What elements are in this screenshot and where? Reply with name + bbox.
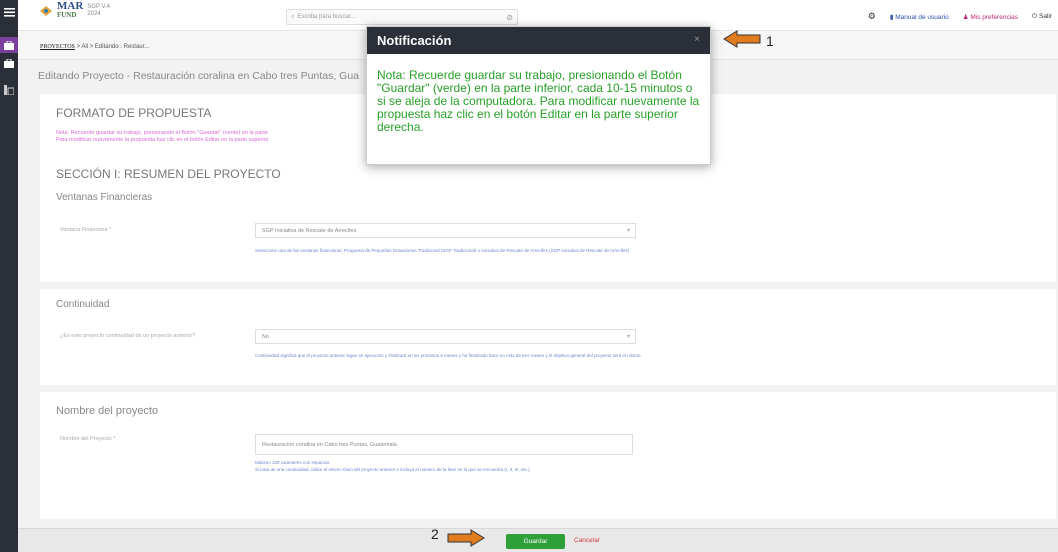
ventanas-heading: Ventanas Financieras <box>56 192 153 203</box>
search-input[interactable]: ⌕ Escriba para buscar... ⊘ <box>286 9 518 25</box>
chevron-down-icon: ▾ <box>626 228 630 234</box>
continuity-heading: Continuidad <box>56 299 110 310</box>
user-manual-link[interactable]: ▮ Manual de usuario <box>890 13 949 21</box>
user-icon: ♟ <box>962 13 969 21</box>
preferences-link[interactable]: ♟ Mis preferencias <box>963 13 1018 21</box>
logout-link[interactable]: ⏻ Salir <box>1032 13 1052 21</box>
left-arrow-icon <box>723 30 761 48</box>
continuity-card: Continuidad ¿Es este proyecto continuida… <box>40 289 1056 385</box>
form-footer: Guardar Cancelar <box>18 528 1058 552</box>
save-button[interactable]: Guardar <box>506 534 565 549</box>
modal-header: Notificación × <box>367 27 710 54</box>
close-icon[interactable]: × <box>694 34 700 45</box>
logo-fish-icon <box>40 6 52 16</box>
continuity-help: Continuidad significa que el proyecto an… <box>255 353 642 358</box>
notification-modal: Notificación × Nota: Recuerde guardar su… <box>366 26 711 165</box>
project-name-help-1: Máximo 100 caracteres con espacios. <box>255 460 331 465</box>
continuity-select[interactable]: No ▾ <box>255 329 636 344</box>
project-name-heading: Nombre del proyecto <box>56 405 159 417</box>
project-name-help-2: Si trata de una continuidad, utilice el … <box>255 467 530 472</box>
search-icon: ⌕ <box>291 13 295 20</box>
page-title: Editando Proyecto - Restauración coralin… <box>38 70 360 82</box>
briefcase-icon[interactable] <box>3 57 15 69</box>
project-name-card: Nombre del proyecto Nombre del Proyecto … <box>40 392 1056 519</box>
marfund-logo[interactable]: MAR FUND SGP V.4 2024 <box>39 0 110 20</box>
header-actions: ⚙ ▮ Manual de usuario ♟ Mis preferencias… <box>868 11 1052 22</box>
power-icon: ⏻ <box>1032 12 1038 20</box>
section-heading: SECCIÓN I: RESUMEN DEL PROYECTO <box>56 167 281 181</box>
ventana-help: Seleccione una de las ventanas financier… <box>255 248 630 253</box>
modal-message: Nota: Recuerde guardar su trabajo, presi… <box>377 68 700 134</box>
form-heading: FORMATO DE PROPUESTA <box>56 106 212 120</box>
breadcrumb-trail: > All > Editando : Restaur... <box>74 44 150 50</box>
annotation-number-2: 2 <box>431 526 439 542</box>
cancel-button[interactable]: Cancelar <box>574 537 600 544</box>
ventana-label: Ventana Financiera * <box>60 227 112 233</box>
search-placeholder: Escriba para buscar... <box>297 14 356 20</box>
continuity-label: ¿Es este proyecto continuidad de un proy… <box>60 333 196 339</box>
annotation-number-1: 1 <box>766 33 774 49</box>
project-name-input[interactable]: Restauración coralina en Cabo tres Punta… <box>255 434 633 455</box>
modal-title: Notificación <box>377 33 452 48</box>
breadcrumb-projects-link[interactable]: PROYECTOS <box>40 44 75 50</box>
projects-icon[interactable] <box>0 37 18 53</box>
clear-search-icon[interactable]: ⊘ <box>506 13 513 22</box>
save-reminder-note: Nota: Recuerde guardar su trabajo, presi… <box>56 130 269 143</box>
menu-icon[interactable] <box>3 6 15 18</box>
right-arrow-icon <box>447 529 485 547</box>
chevron-down-icon: ▾ <box>626 334 630 340</box>
book-icon: ▮ <box>889 13 894 21</box>
logo-version: SGP V.4 2024 <box>87 4 110 17</box>
logo-text: MAR FUND <box>57 0 84 20</box>
settings-icon[interactable]: ⚙ <box>868 11 876 22</box>
project-name-label: Nombre del Proyecto * <box>60 436 116 442</box>
documents-icon[interactable] <box>3 84 15 96</box>
left-rail <box>0 0 18 552</box>
ventana-select[interactable]: SGP Iniciativa de Rescate de Arrecifes ▾ <box>255 223 636 238</box>
